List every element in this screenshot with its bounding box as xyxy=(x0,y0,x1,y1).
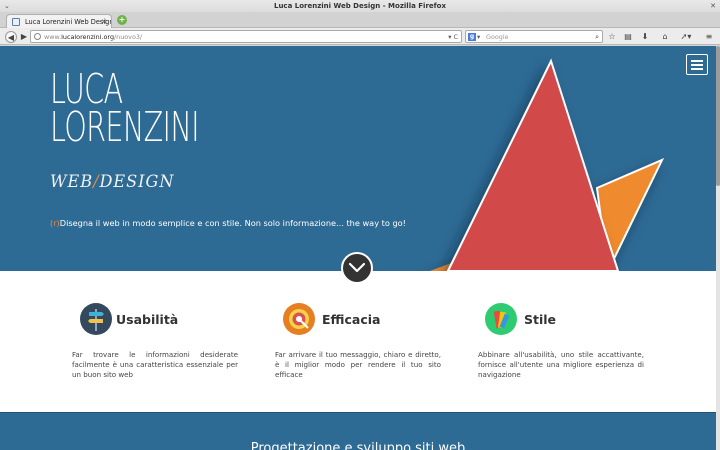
hero-tagline: (r)Disegna il web in modo semplice e con… xyxy=(50,218,406,228)
search-input[interactable]: g ▾ Google ⌕ xyxy=(465,30,603,43)
signpost-icon xyxy=(80,303,112,335)
tab-close-icon[interactable]: ✕ xyxy=(101,15,107,29)
feature-title: Efficacia xyxy=(322,312,381,327)
url-path: /nuovo3/ xyxy=(114,33,143,41)
hamburger-menu-icon[interactable]: ≡ xyxy=(704,31,714,42)
scrollbar-thumb[interactable] xyxy=(716,46,720,186)
url-domain: lucalorenzini.org xyxy=(61,33,115,41)
navigation-bar: ◀ ▶ www.lucalorenzini.org/nuovo3/ ▾ C g … xyxy=(0,28,720,45)
home-icon[interactable]: ⌂ xyxy=(660,31,670,42)
hamburger-menu-button[interactable] xyxy=(686,54,708,75)
window-title: Luca Lorenzini Web Design - Mozilla Fire… xyxy=(273,2,447,10)
target-icon xyxy=(283,303,315,335)
tab-title: Luca Lorenzini Web Design xyxy=(25,18,112,26)
bookmark-star-icon[interactable]: ☆ xyxy=(607,31,617,42)
new-tab-button[interactable]: + xyxy=(117,15,127,25)
chevron-down-icon xyxy=(349,262,365,273)
browser-tab-active[interactable]: Luca Lorenzini Web Design ✕ xyxy=(6,14,112,29)
site-subtitle: WEB/DESIGN xyxy=(50,172,174,192)
search-icon[interactable]: ⌕ xyxy=(595,31,599,43)
subtitle-design: DESIGN xyxy=(99,172,175,192)
tab-strip: Luca Lorenzini Web Design ✕ + xyxy=(0,12,720,29)
feature-title: Stile xyxy=(524,312,557,327)
window-titlebar: ⌄ Luca Lorenzini Web Design - Mozilla Fi… xyxy=(0,0,720,12)
window-menu-icon[interactable]: ⌄ xyxy=(4,0,10,12)
search-engine-icon[interactable]: g xyxy=(468,33,476,41)
feature-description: Abbinare all'usabilità, uno stile accatt… xyxy=(478,350,644,379)
forward-button[interactable]: ▶ xyxy=(18,31,30,43)
url-bar[interactable]: www.lucalorenzini.org/nuovo3/ ▾ C xyxy=(30,30,462,43)
site-logo[interactable]: LUCA LORENZINI xyxy=(50,69,200,151)
url-prefix: www. xyxy=(44,33,62,41)
search-placeholder: Google xyxy=(486,33,509,41)
feature-title: Usabilità xyxy=(116,312,179,327)
page-viewport: LUCA LORENZINI WEB/DESIGN (r)Disegna il … xyxy=(0,46,716,450)
tagline-text: Disegna il web in modo semplice e con st… xyxy=(59,218,406,228)
share-icon[interactable]: ➚▾ xyxy=(678,31,694,42)
tagline-prefix: (r) xyxy=(50,218,60,228)
section-title: Progettazione e sviluppo siti web xyxy=(250,441,466,450)
features-section: Usabilità Far trovare le informazioni de… xyxy=(0,271,716,412)
bookmarks-menu-icon[interactable]: ▤ xyxy=(623,31,633,42)
subtitle-web: WEB xyxy=(50,172,94,192)
back-button[interactable]: ◀ xyxy=(5,31,17,43)
palette-icon xyxy=(485,303,517,335)
page-scrollbar[interactable] xyxy=(716,46,720,450)
chevron-down-icon[interactable]: ▾ xyxy=(477,31,480,43)
services-band: Progettazione e sviluppo siti web xyxy=(0,412,716,450)
feature-description: Far arrivare il tuo messaggio, chiaro e … xyxy=(275,350,441,379)
logo-line-2: LORENZINI xyxy=(50,103,200,151)
feature-description: Far trovare le informazioni desiderate f… xyxy=(72,350,238,379)
favicon-icon xyxy=(12,18,20,26)
window-close-icon[interactable]: ✕ xyxy=(710,0,716,12)
hero-section: LUCA LORENZINI WEB/DESIGN (r)Disegna il … xyxy=(0,46,716,271)
reload-icon[interactable]: ▾ C xyxy=(448,31,458,43)
scroll-down-button[interactable] xyxy=(341,252,373,284)
globe-icon xyxy=(34,33,41,40)
downloads-icon[interactable]: ⬇ xyxy=(640,31,650,42)
